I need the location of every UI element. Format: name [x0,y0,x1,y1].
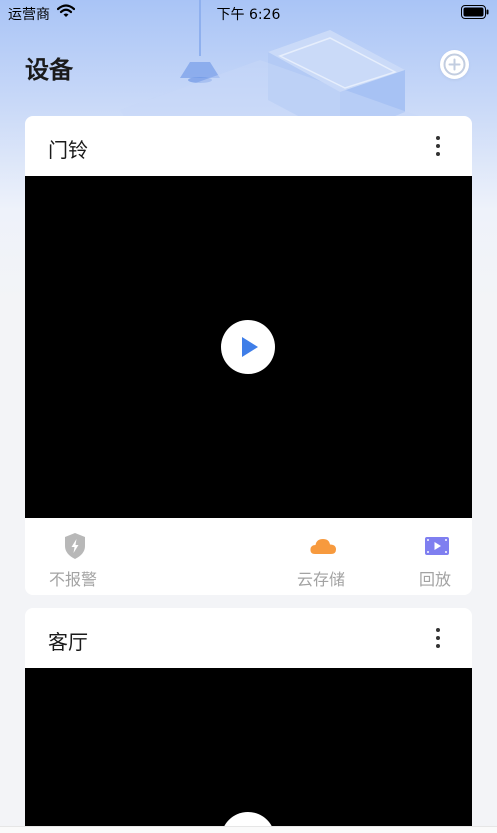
clock: 下午 6:26 [216,7,281,23]
cloud-storage-button[interactable]: 云存储 [293,518,353,595]
status-bar: 运营商 下午 6:26 [0,0,497,26]
plus-circle-icon [443,53,466,76]
page-title: 设备 [25,56,73,84]
playback-button[interactable]: 回放 [415,518,459,595]
more-options-button[interactable] [427,626,449,650]
video-preview[interactable] [25,668,472,833]
video-playback-icon [425,537,449,555]
battery-icon [461,5,489,19]
device-actions: 不报警 云存储 回放 [25,518,472,595]
more-options-button[interactable] [427,134,449,158]
device-card-header: 客厅 [25,608,472,668]
more-vertical-icon [436,136,440,140]
alarm-toggle-button[interactable]: 不报警 [45,518,105,595]
cloud-storage-label: 云存储 [297,570,346,589]
device-name: 门铃 [48,138,88,162]
playback-label: 回放 [419,570,452,589]
device-card: 客厅 [25,608,472,833]
tab-bar-edge [0,826,497,833]
video-preview[interactable] [25,176,472,518]
cloud-icon [310,539,336,554]
add-device-button[interactable] [440,50,469,79]
more-vertical-icon [436,628,440,632]
device-card: 门铃 不报警 云存储 回放 [25,116,472,595]
shield-alert-icon [65,533,85,559]
play-button[interactable] [221,320,275,374]
device-card-header: 门铃 [25,116,472,176]
play-icon [242,337,258,357]
alarm-label: 不报警 [49,570,98,589]
device-name: 客厅 [48,630,88,654]
